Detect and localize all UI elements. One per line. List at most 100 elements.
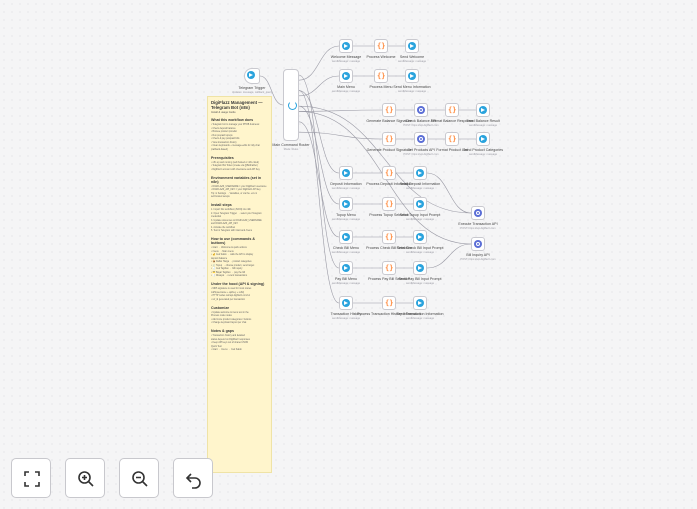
workflow-canvas[interactable]: DigiFlazz Management — Telegram Bot (n8n… [0, 0, 697, 509]
sticky-line: • Clean keyboards + message-edits for ti… [211, 145, 260, 147]
node-format-balance-response[interactable]: {} [445, 103, 459, 117]
node-send-pay-bill-input-prompt[interactable] [413, 261, 427, 275]
node-topup-menu[interactable] [339, 197, 353, 211]
node-transaction-history[interactable] [339, 296, 353, 310]
telegram-icon [342, 72, 350, 80]
sticky-line: 5. Test in Telegram with /start and /men… [211, 230, 253, 232]
node-process-pay-bill-selection[interactable]: {} [382, 261, 396, 275]
node-deposit-information[interactable] [339, 166, 353, 180]
node-generate-balance-signature[interactable]: {} [382, 103, 396, 117]
node-check-bill-menu[interactable] [339, 230, 353, 244]
node-format-product-list[interactable]: {} [445, 132, 459, 146]
node-label: Check Bill Menu [333, 246, 359, 250]
node-send-check-bill-input-prompt[interactable] [413, 230, 427, 244]
sticky-line: • DigiFlazz account with Username and AP… [211, 168, 260, 171]
node-telegram-trigger[interactable] [244, 68, 260, 84]
node-label: Process Welcome [366, 55, 396, 59]
telegram-icon [408, 42, 416, 50]
node-label: Main Command Router [272, 143, 310, 147]
code-braces-icon: {} [385, 299, 394, 307]
node-pay-bill-menu[interactable] [339, 261, 353, 275]
code-braces-icon: {} [385, 169, 394, 177]
node-send-topup-input-prompt[interactable] [413, 197, 427, 211]
globe-icon [417, 106, 425, 114]
telegram-icon [342, 42, 350, 50]
code-braces-icon: {} [385, 264, 394, 272]
zoom-out-button[interactable] [119, 458, 159, 498]
node-sublabel: sendMessage: message [397, 89, 427, 93]
node-label: Process Menu [369, 85, 393, 89]
sticky-title: DigiFlazz Management — Telegram Bot (n8n… [211, 100, 263, 110]
node-label: Deposit Information [330, 182, 362, 186]
node-process-welcome[interactable]: {} [374, 39, 388, 53]
node-send-welcome[interactable] [405, 39, 419, 53]
sticky-line: • 📑 Riwayat → recent transactions [211, 275, 248, 277]
telegram-icon [479, 135, 487, 143]
node-sublabel: POST: https://api.digiflazz.com [460, 257, 496, 261]
telegram-icon [416, 169, 424, 177]
sticky-note[interactable]: DigiFlazz Management — Telegram Bot (n8n… [207, 96, 272, 473]
node-process-check-bill-selection[interactable]: {} [382, 230, 396, 244]
undo-button[interactable] [173, 458, 213, 498]
node-generate-product-signature[interactable]: {} [382, 132, 396, 146]
globe-icon [474, 209, 482, 217]
node-label: Send Topup Input Prompt [399, 213, 441, 217]
node-bill-inquiry-api[interactable] [471, 237, 485, 251]
zoom-in-button[interactable] [65, 458, 105, 498]
telegram-icon [247, 71, 255, 79]
sticky-line: self-hosted setups [211, 196, 230, 198]
node-sublabel: sendMessage: message [331, 59, 361, 63]
node-main-command-router[interactable] [283, 69, 299, 141]
node-send-transaction-information[interactable] [413, 296, 427, 310]
node-sublabel: sendMessage: message [331, 186, 361, 190]
node-process-menu[interactable]: {} [374, 69, 388, 83]
node-send-deposit-information[interactable] [413, 166, 427, 180]
node-process-transaction-history-information[interactable]: {} [382, 296, 396, 310]
node-sublabel: sendMessage: message [331, 89, 361, 93]
node-label: Send Check Bill Input Prompt [396, 246, 444, 250]
node-sublabel: Mode: Rules [283, 147, 299, 151]
node-label: Get Products API [407, 148, 435, 152]
node-check-balance-api[interactable] [414, 103, 428, 117]
node-sublabel: sendMessage: message [331, 250, 361, 254]
node-send-product-categories[interactable] [476, 132, 490, 146]
node-get-products-api[interactable] [414, 132, 428, 146]
telegram-icon [416, 299, 424, 307]
node-label: Topup Menu [336, 213, 356, 217]
code-braces-icon: {} [385, 106, 394, 114]
node-send-menu-information[interactable] [405, 69, 419, 83]
node-main-menu[interactable] [339, 69, 353, 83]
node-sublabel: POST: https://api.digiflazz.com [403, 123, 439, 127]
code-braces-icon: {} [448, 135, 457, 143]
node-label: Send Product Categories [462, 148, 504, 152]
node-sublabel: sendMessage: message [468, 123, 498, 127]
node-sublabel: sendMessage: message [468, 152, 498, 156]
node-send-balance-result[interactable] [476, 103, 490, 117]
sticky-heading: Install steps [211, 203, 232, 207]
telegram-icon [416, 233, 424, 241]
node-label: Send Deposit Information [399, 182, 441, 186]
node-label: Send Pay Bill Input Prompt [398, 277, 442, 281]
node-sublabel: POST: https://api.digiflazz.com [403, 152, 439, 156]
node-process-deposit-information[interactable]: {} [382, 166, 396, 180]
fit-to-view-icon [24, 471, 40, 487]
sticky-line: • ref_id generated per transaction [211, 298, 246, 301]
node-sublabel: sendMessage: message [405, 250, 435, 254]
connection-main-command-router-to-welcome-message [298, 45, 340, 81]
telegram-icon [342, 264, 350, 272]
telegram-icon [342, 200, 350, 208]
globe-icon [474, 240, 482, 248]
sticky-line: • DIGIFLAZZ_API_KEY = your DigiFlazz API… [211, 189, 261, 191]
sticky-heading: Customize [211, 305, 230, 310]
sticky-heading: Prerequisites [211, 155, 234, 160]
node-process-topup-selection[interactable]: {} [382, 197, 396, 211]
sticky-line: • Telegram bot to manage your PPOB busin… [211, 124, 260, 126]
node-welcome-message[interactable] [339, 39, 353, 53]
node-label: Send Balance Result [466, 119, 500, 123]
node-label: Send Menu Information [393, 85, 431, 89]
node-sublabel: sendMessage: message [405, 316, 435, 320]
node-label: Welcome Message [330, 55, 362, 59]
router-icon [287, 100, 297, 110]
fit-view-button[interactable] [11, 458, 51, 498]
node-execute-transaction-api[interactable] [471, 206, 485, 220]
